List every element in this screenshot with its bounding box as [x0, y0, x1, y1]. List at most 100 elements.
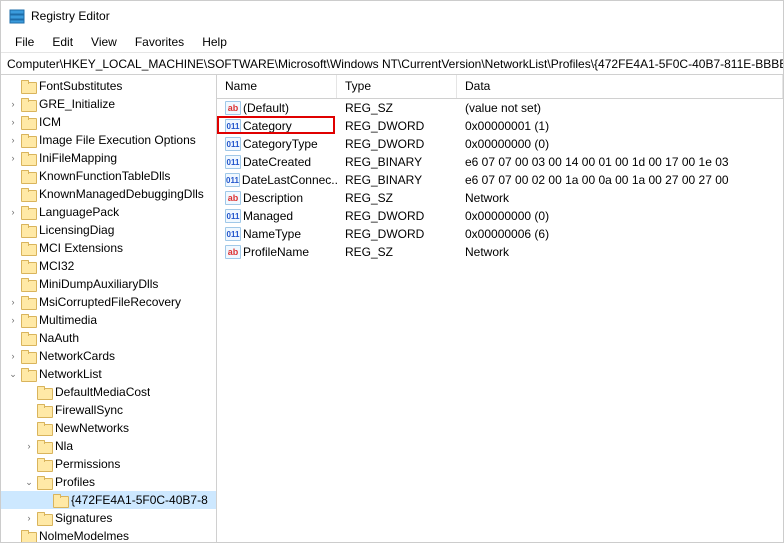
chevron-right-icon[interactable]: ›: [7, 98, 19, 110]
value-name-cell: 011CategoryType: [217, 137, 337, 151]
tree-item[interactable]: › Nla: [1, 437, 216, 455]
menu-view[interactable]: View: [83, 33, 125, 51]
binary-value-icon: 011: [225, 173, 240, 187]
folder-icon: [21, 332, 35, 344]
value-name-cell: 011Managed: [217, 209, 337, 223]
tree-item[interactable]: Permissions: [1, 455, 216, 473]
address-bar[interactable]: Computer\HKEY_LOCAL_MACHINE\SOFTWARE\Mic…: [1, 53, 783, 75]
value-row[interactable]: 011ManagedREG_DWORD0x00000000 (0): [217, 207, 783, 225]
tree-item[interactable]: MCI32: [1, 257, 216, 275]
value-row[interactable]: 011DateLastConnec...REG_BINARYe6 07 07 0…: [217, 171, 783, 189]
expand-spacer: [7, 170, 19, 182]
folder-icon: [37, 386, 51, 398]
tree-item-label: DefaultMediaCost: [55, 385, 150, 399]
tree-item-label: KnownManagedDebuggingDlls: [39, 187, 204, 201]
value-data: 0x00000006 (6): [457, 227, 783, 241]
value-name: NameType: [243, 227, 301, 241]
value-row[interactable]: abProfileNameREG_SZNetwork: [217, 243, 783, 261]
tree-item[interactable]: NaAuth: [1, 329, 216, 347]
tree-item[interactable]: FirewallSync: [1, 401, 216, 419]
chevron-right-icon[interactable]: ›: [7, 134, 19, 146]
menu-help[interactable]: Help: [194, 33, 235, 51]
tree-item-label: FirewallSync: [55, 403, 123, 417]
tree-item[interactable]: NewNetworks: [1, 419, 216, 437]
tree-item[interactable]: ⌄NetworkList: [1, 365, 216, 383]
value-data: e6 07 07 00 02 00 1a 00 0a 00 1a 00 27 0…: [457, 173, 783, 187]
tree-view[interactable]: FontSubstitutes › GRE_Initialize ›ICM›Image…: [1, 75, 217, 542]
value-name-cell: ab(Default): [217, 101, 337, 115]
chevron-right-icon[interactable]: ›: [23, 440, 35, 452]
chevron-right-icon[interactable]: ›: [7, 350, 19, 362]
tree-item-label: Permissions: [55, 457, 120, 471]
chevron-right-icon[interactable]: ›: [7, 296, 19, 308]
chevron-right-icon[interactable]: ›: [7, 206, 19, 218]
value-data: Network: [457, 191, 783, 205]
expand-spacer: [7, 242, 19, 254]
value-type: REG_DWORD: [337, 209, 457, 223]
binary-value-icon: 011: [225, 119, 241, 133]
tree-item[interactable]: ›ICM: [1, 113, 216, 131]
value-row[interactable]: 011NameTypeREG_DWORD0x00000006 (6): [217, 225, 783, 243]
tree-item[interactable]: KnownFunctionTableDlls: [1, 167, 216, 185]
value-row[interactable]: ab(Default)REG_SZ(value not set): [217, 99, 783, 117]
value-name-cell: 011NameType: [217, 227, 337, 241]
column-data[interactable]: Data: [457, 75, 783, 98]
value-row[interactable]: 011CategoryREG_DWORD0x00000001 (1): [217, 117, 783, 135]
tree-item[interactable]: ›NetworkCards: [1, 347, 216, 365]
tree-item[interactable]: MiniDumpAuxiliaryDlls: [1, 275, 216, 293]
column-name[interactable]: Name: [217, 75, 337, 98]
tree-item[interactable]: ›IniFileMapping: [1, 149, 216, 167]
tree-item-label: FontSubstitutes: [39, 79, 122, 93]
tree-item[interactable]: {472FE4A1-5F0C-40B7-8: [1, 491, 216, 509]
tree-item-label: NewNetworks: [55, 421, 129, 435]
folder-icon: [21, 80, 35, 92]
tree-item[interactable]: ⌄ Profiles: [1, 473, 216, 491]
list-view[interactable]: Name Type Data ab(Default)REG_SZ(value n…: [217, 75, 783, 542]
tree-item[interactable]: FontSubstitutes: [1, 77, 216, 95]
tree-item[interactable]: ›Image File Execution Options: [1, 131, 216, 149]
chevron-right-icon[interactable]: ›: [7, 152, 19, 164]
column-type[interactable]: Type: [337, 75, 457, 98]
menu-favorites[interactable]: Favorites: [127, 33, 192, 51]
tree-item[interactable]: MCI Extensions: [1, 239, 216, 257]
expand-spacer: [7, 80, 19, 92]
folder-icon: [21, 242, 35, 254]
tree-item[interactable]: ›MsiCorruptedFileRecovery: [1, 293, 216, 311]
expand-spacer: [23, 404, 35, 416]
menu-file[interactable]: File: [7, 33, 42, 51]
tree-item[interactable]: › GRE_Initialize: [1, 95, 216, 113]
tree-item[interactable]: LicensingDiag: [1, 221, 216, 239]
folder-icon: [21, 170, 35, 182]
tree-item[interactable]: DefaultMediaCost: [1, 383, 216, 401]
value-row[interactable]: abDescriptionREG_SZNetwork: [217, 189, 783, 207]
tree-item[interactable]: ›LanguagePack: [1, 203, 216, 221]
value-row[interactable]: 011CategoryTypeREG_DWORD0x00000000 (0): [217, 135, 783, 153]
folder-icon: [21, 116, 35, 128]
tree-item-label: Profiles: [55, 475, 95, 489]
chevron-down-icon[interactable]: ⌄: [7, 368, 19, 380]
tree-item-label: NolmeModelmes: [39, 529, 129, 542]
folder-icon: [21, 152, 35, 164]
tree-item[interactable]: ›Multimedia: [1, 311, 216, 329]
tree-item-label: GRE_Initialize: [39, 97, 115, 111]
value-name-cell: 011DateCreated: [217, 155, 337, 169]
tree-item[interactable]: ›Signatures: [1, 509, 216, 527]
address-path: Computer\HKEY_LOCAL_MACHINE\SOFTWARE\Mic…: [7, 57, 783, 71]
value-row[interactable]: 011DateCreatedREG_BINARYe6 07 07 00 03 0…: [217, 153, 783, 171]
chevron-right-icon[interactable]: ›: [23, 512, 35, 524]
menu-edit[interactable]: Edit: [44, 33, 81, 51]
expand-spacer: [7, 332, 19, 344]
value-name-cell: abProfileName: [217, 245, 337, 259]
binary-value-icon: 011: [225, 227, 241, 241]
folder-icon: [21, 134, 35, 146]
folder-icon: [21, 350, 35, 362]
window-title: Registry Editor: [31, 9, 110, 23]
tree-item[interactable]: NolmeModelmes: [1, 527, 216, 542]
expand-spacer: [7, 530, 19, 542]
value-name: DateLastConnec...: [242, 173, 337, 187]
chevron-right-icon[interactable]: ›: [7, 314, 19, 326]
tree-item-label: Nla: [55, 439, 73, 453]
chevron-down-icon[interactable]: ⌄: [23, 476, 35, 488]
tree-item[interactable]: KnownManagedDebuggingDlls: [1, 185, 216, 203]
chevron-right-icon[interactable]: ›: [7, 116, 19, 128]
